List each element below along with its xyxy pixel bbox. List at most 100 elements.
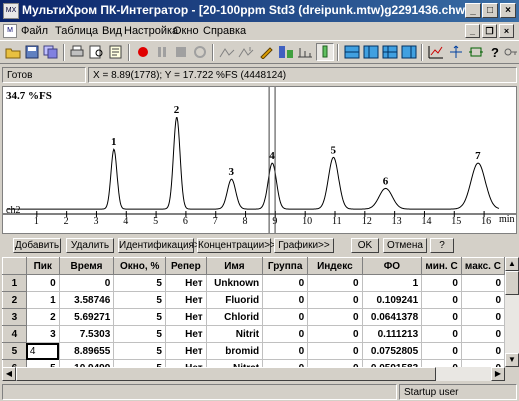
col-header-response-factor[interactable]: ФО	[361, 257, 423, 275]
time-cell[interactable]: 0	[59, 274, 115, 292]
window-cell[interactable]: 5	[113, 291, 166, 309]
time-cell[interactable]: 10.9499	[59, 359, 115, 367]
window-cell[interactable]: 5	[113, 325, 166, 343]
window-cell[interactable]: 5	[113, 359, 166, 367]
min-c-cell[interactable]: 0	[421, 308, 462, 326]
menu-settings[interactable]: Настройка	[124, 25, 178, 37]
col-header-window[interactable]: Окно, %	[113, 257, 166, 275]
row-header[interactable]: 3	[2, 308, 27, 326]
max-c-cell[interactable]: 0	[461, 342, 505, 360]
response-factor-cell[interactable]: 0.0591583	[362, 359, 423, 367]
peak-cell[interactable]: 3	[26, 325, 60, 343]
document-icon[interactable]: M	[3, 24, 17, 38]
print-icon[interactable]	[68, 43, 86, 61]
window-cell[interactable]: 5	[113, 342, 166, 360]
menu-table[interactable]: Таблица	[55, 25, 98, 37]
peak-label[interactable]: 6	[383, 175, 389, 187]
expand-icon[interactable]	[467, 43, 485, 61]
index-cell[interactable]: 0	[307, 325, 363, 343]
min-c-cell[interactable]: 0	[421, 274, 462, 292]
save-icon[interactable]	[23, 43, 41, 61]
scroll-down-icon[interactable]: ▼	[505, 353, 519, 367]
peak-label[interactable]: 7	[475, 150, 481, 162]
layout-2-icon[interactable]	[362, 43, 380, 61]
reference-cell[interactable]: Нет	[165, 291, 207, 309]
edit-tool-icon[interactable]	[258, 43, 276, 61]
ok-button[interactable]: OK	[351, 238, 379, 253]
horizontal-scroll-thumb[interactable]	[16, 367, 436, 381]
group-cell[interactable]: 0	[262, 274, 309, 292]
horizontal-scrollbar[interactable]: ◀ ▶	[2, 367, 505, 381]
max-c-cell[interactable]: 0	[461, 308, 505, 326]
response-factor-cell[interactable]: 0.111213	[362, 325, 423, 343]
chromatogram-plot[interactable]: 34.7 %FS ch2 min 12345678910111213141516…	[3, 87, 516, 233]
reference-cell[interactable]: Нет	[165, 325, 207, 343]
col-header-index[interactable]: Индекс	[307, 257, 363, 275]
menu-help[interactable]: Справка	[203, 25, 246, 37]
index-cell[interactable]: 0	[307, 359, 363, 367]
doc-close-button[interactable]: ×	[499, 24, 514, 38]
scroll-left-icon[interactable]: ◀	[2, 367, 16, 381]
table-row[interactable]: 4 3 7.5303 5 Нет Nitrit 0 0 0.111213 0 0	[2, 325, 505, 343]
col-header-group[interactable]: Группа	[262, 257, 309, 275]
identification-button[interactable]: Идентификация>>	[118, 238, 206, 253]
table-row[interactable]: 6510.94995НетNitrat000.059158300	[2, 359, 505, 367]
row-header[interactable]: 1	[2, 274, 27, 292]
max-c-cell[interactable]: 0	[461, 291, 505, 309]
group-cell[interactable]: 0	[262, 359, 309, 367]
name-cell[interactable]: Unknown	[206, 274, 264, 292]
doc-minimize-button[interactable]: _	[465, 24, 480, 38]
menu-window[interactable]: Окно	[173, 25, 199, 37]
peak-cell[interactable]: 1	[26, 291, 60, 309]
peak-cell[interactable]: 2	[26, 308, 60, 326]
layout-4-icon[interactable]	[400, 43, 418, 61]
response-factor-cell[interactable]: 1	[362, 274, 423, 292]
acquire-icon[interactable]	[191, 43, 209, 61]
minimize-button[interactable]: _	[465, 3, 481, 18]
col-header-time[interactable]: Время	[58, 257, 115, 275]
peak-cell[interactable]: 0	[26, 274, 60, 292]
app-icon[interactable]: MX	[3, 3, 19, 19]
reference-cell[interactable]: Нет	[165, 308, 207, 326]
name-cell[interactable]: Chlorid	[206, 308, 264, 326]
key-icon[interactable]	[502, 43, 519, 61]
col-header-min-c[interactable]: мин. С	[421, 257, 462, 275]
min-c-cell[interactable]: 0	[421, 342, 462, 360]
response-factor-cell[interactable]: 0.0752805	[362, 342, 423, 360]
layout-1-icon[interactable]	[343, 43, 361, 61]
stop-icon[interactable]	[172, 43, 190, 61]
table-row[interactable]: 2 1 3.58746 5 Нет Fluorid 0 0 0.109241 0 0	[2, 291, 505, 309]
name-cell[interactable]: Nitrit	[206, 325, 264, 343]
concentrations-button[interactable]: Концентрации>>	[197, 238, 276, 253]
time-cell[interactable]: 3.58746	[59, 291, 115, 309]
group-cell[interactable]: 0	[262, 308, 309, 326]
peak-label[interactable]: 2	[174, 104, 180, 116]
add-button[interactable]: Добавить	[13, 238, 61, 253]
row-header[interactable]: 5	[2, 342, 27, 360]
delete-button[interactable]: Удалить	[66, 238, 114, 253]
peak-table[interactable]: Пик Время Окно, % Репер Имя Группа Индек…	[2, 257, 505, 367]
window-cell[interactable]: 5	[113, 308, 166, 326]
graphs-button[interactable]: Графики>>	[274, 238, 334, 253]
reference-cell[interactable]: Нет	[165, 359, 207, 367]
response-factor-cell[interactable]: 0.109241	[362, 291, 423, 309]
peak-label[interactable]: 5	[331, 144, 337, 156]
window-cell[interactable]: 5	[113, 274, 166, 292]
response-factor-cell[interactable]: 0.0641378	[362, 308, 423, 326]
time-cell[interactable]: 7.5303	[59, 325, 115, 343]
time-cell[interactable]: 5.69271	[59, 308, 115, 326]
doc-restore-button[interactable]: ❐	[482, 24, 497, 38]
group-cell[interactable]: 0	[262, 291, 309, 309]
name-cell[interactable]: Nitrat	[206, 359, 264, 367]
scale-icon[interactable]	[447, 43, 465, 61]
col-header-reference[interactable]: Репер	[164, 257, 207, 275]
table-row[interactable]: 1 0 0 5 Нет Unknown 0 0 1 0 0	[2, 274, 505, 292]
index-cell[interactable]: 0	[307, 342, 363, 360]
peak-tool-icon[interactable]	[237, 43, 255, 61]
scroll-right-icon[interactable]: ▶	[491, 367, 505, 381]
calibration-icon[interactable]	[277, 43, 295, 61]
group-cell[interactable]: 0	[262, 342, 309, 360]
menu-file[interactable]: Файл	[21, 25, 48, 37]
help-button[interactable]: ?	[430, 238, 454, 253]
row-header[interactable]: 6	[2, 359, 27, 367]
